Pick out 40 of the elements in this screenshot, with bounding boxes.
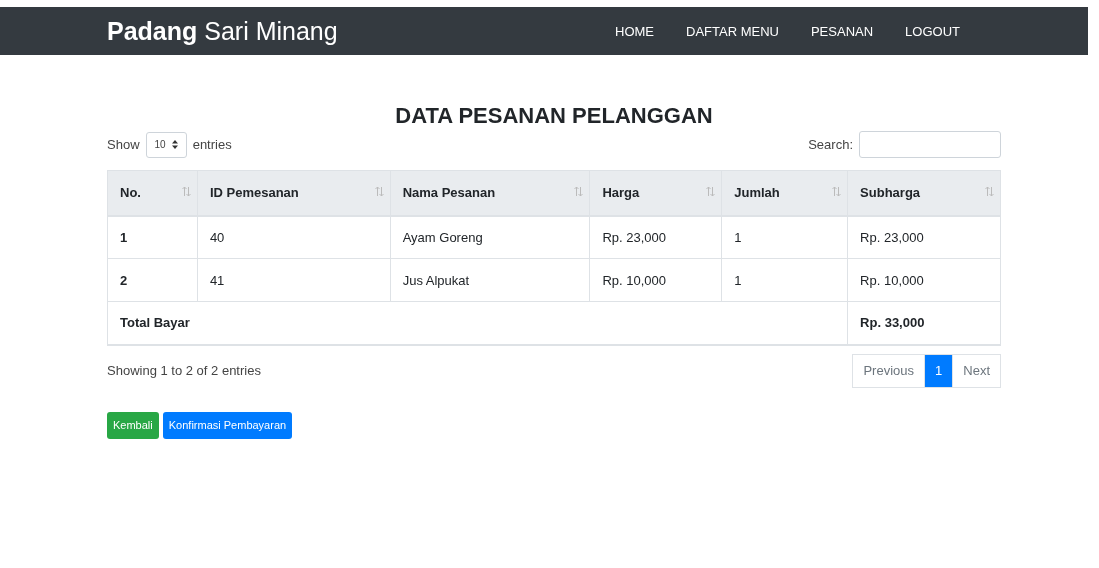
column-header[interactable]: Harga xyxy=(589,170,722,216)
table-cell: Rp. 23,000 xyxy=(847,215,1001,259)
show-label: Show xyxy=(107,137,140,152)
search-field[interactable] xyxy=(859,131,1001,158)
sort-icon xyxy=(832,186,842,197)
column-header[interactable]: Jumlah xyxy=(721,170,848,216)
table-cell: 40 xyxy=(197,215,391,259)
entries-select[interactable]: 10 xyxy=(145,131,187,158)
confirm-button[interactable]: Konfirmasi Pembayaran xyxy=(162,411,293,439)
table-cell: Ayam Goreng xyxy=(390,215,590,259)
page-title: DATA PESANAN PELANGGAN xyxy=(394,103,714,129)
page-link[interactable]: 1 xyxy=(924,353,954,388)
table-cell: Jus Alpukat xyxy=(390,258,590,302)
column-header[interactable]: ID Pemesanan xyxy=(197,170,391,216)
column-header[interactable]: Subharga xyxy=(847,170,1001,216)
table-cell: 41 xyxy=(197,258,391,302)
table-cell: 2 xyxy=(107,258,198,302)
sort-icon xyxy=(706,186,716,197)
table-cell: 1 xyxy=(721,258,848,302)
table-cell: Rp. 23,000 xyxy=(589,215,722,259)
nav-link[interactable]: HOME xyxy=(599,23,670,39)
column-header[interactable]: No. xyxy=(107,170,198,216)
sort-icon xyxy=(574,186,584,197)
sort-icon xyxy=(181,186,191,197)
table-info: Showing 1 to 2 of 2 entries xyxy=(107,363,261,378)
search-label: Search: xyxy=(808,137,853,152)
entries-label: entries xyxy=(192,137,232,152)
table-cell: 1 xyxy=(721,215,848,259)
brand-logo[interactable]: Padang Sari Minang xyxy=(107,16,338,46)
nav-link[interactable]: LOGOUT xyxy=(889,23,976,39)
total-label: Total Bayar xyxy=(107,301,848,345)
table-cell: Rp. 10,000 xyxy=(847,258,1001,302)
sort-icon xyxy=(171,140,178,149)
table-cell: Rp. 10,000 xyxy=(589,258,722,302)
nav-link[interactable]: DAFTAR MENU xyxy=(670,23,795,39)
column-header[interactable]: Nama Pesanan xyxy=(390,170,590,216)
sort-icon xyxy=(985,186,994,197)
sort-icon xyxy=(374,186,384,197)
nav-link[interactable]: PESANAN xyxy=(794,23,890,39)
table-cell: 1 xyxy=(107,215,198,259)
